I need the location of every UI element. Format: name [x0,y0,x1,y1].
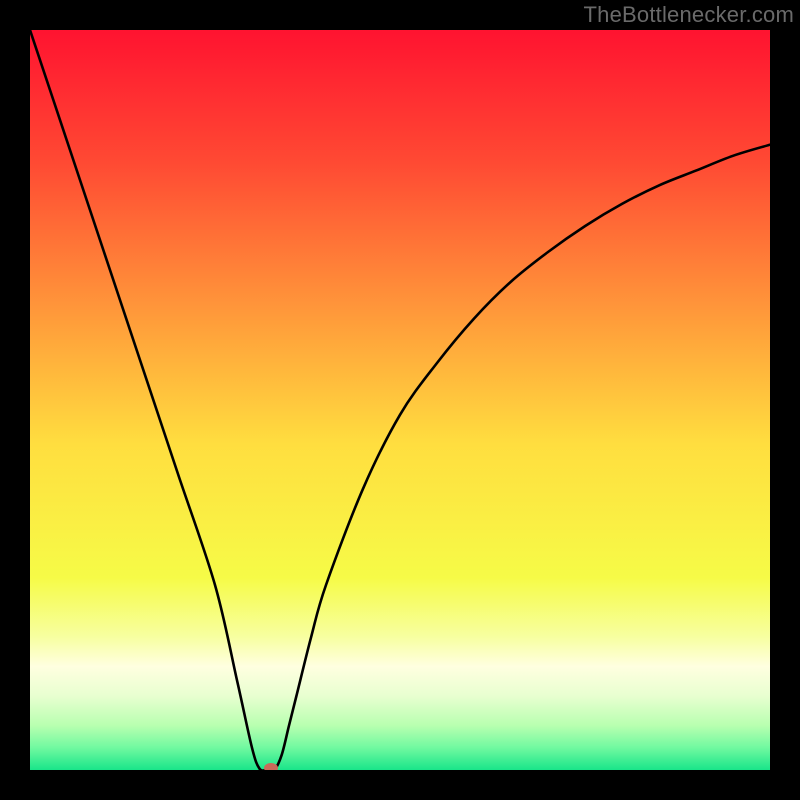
attribution-text: TheBottlenecker.com [584,2,794,28]
curve-layer [30,30,770,770]
optimal-marker [264,763,278,770]
chart-frame: TheBottlenecker.com [0,0,800,800]
bottleneck-curve [30,30,770,770]
plot-area [30,30,770,770]
